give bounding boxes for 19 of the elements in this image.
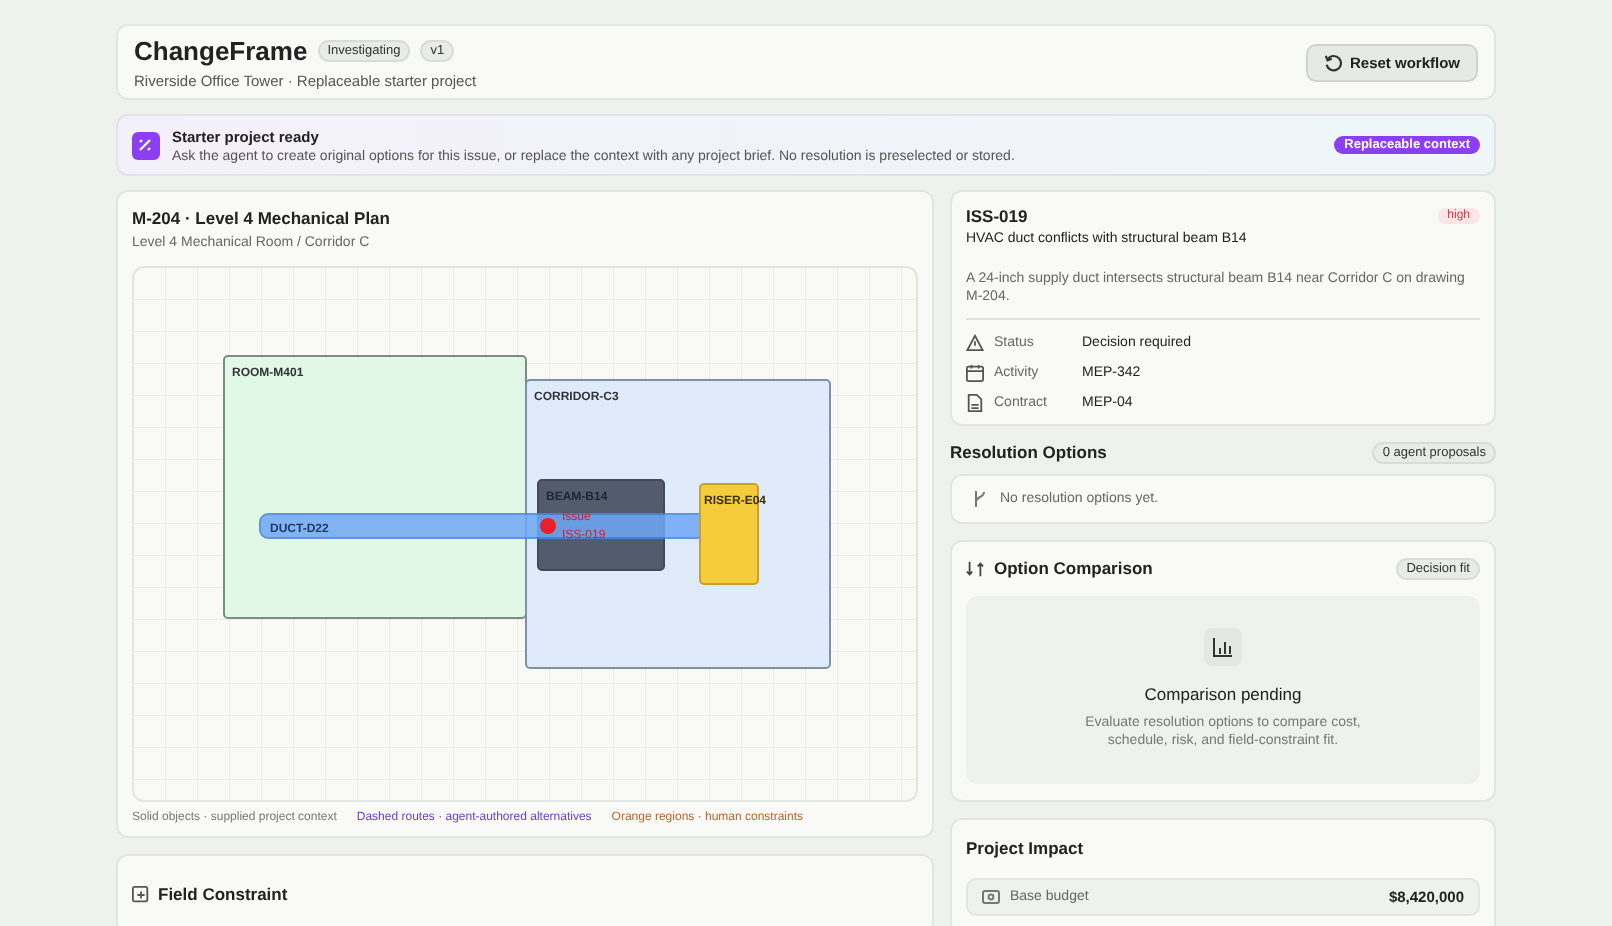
bar-chart-icon [1204, 627, 1242, 666]
sparkle-icon [132, 131, 160, 159]
reset-icon [1323, 53, 1342, 71]
branch-icon [972, 489, 988, 508]
field-constraint-title: Field Constraint [158, 884, 288, 904]
resolution-title: Resolution Options [950, 442, 1107, 463]
issue-id: ISS-019 [966, 206, 1028, 226]
plan-title: M-204 · Level 4 Mechanical Plan [132, 208, 392, 228]
app-title: ChangeFrame [134, 35, 308, 65]
cash-icon [982, 889, 1000, 904]
pending-title: Comparison pending [1144, 683, 1302, 704]
warning-icon [966, 333, 984, 352]
swap-icon [966, 559, 984, 578]
impact-title: Project Impact [966, 837, 1086, 858]
comparison-title: Option Comparison [994, 558, 1153, 579]
note-icon [132, 885, 150, 903]
calendar-icon [966, 363, 984, 382]
issue-marker-icon[interactable] [540, 518, 556, 534]
document-icon [966, 393, 984, 412]
